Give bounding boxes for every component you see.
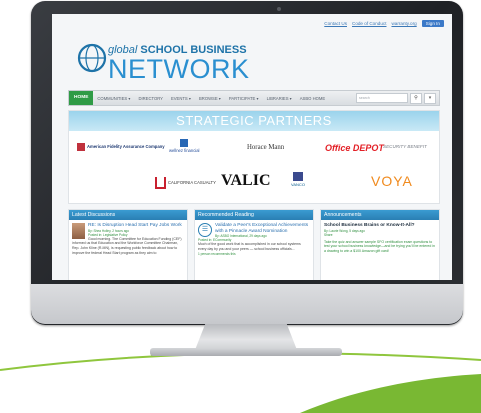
discussion-body: Good morning. The Committee for Educatio… (72, 236, 182, 255)
camera-dot (277, 7, 281, 11)
settings-dropdown-icon[interactable]: ▾ (424, 92, 436, 104)
announcement-share-link[interactable]: Share (324, 233, 436, 237)
brand-title: NETWORK (108, 54, 250, 84)
nav-home[interactable]: HOME (69, 91, 94, 105)
discussion-title-link[interactable]: RE: Is Disruption Head Start Pay Jobs Wo… (72, 223, 184, 229)
monitor-base (150, 348, 342, 356)
partner-logo-horace-mann[interactable]: Horace Mann (247, 144, 284, 151)
strategic-partners-panel: STRATEGIC PARTNERS American Fidelity Ass… (68, 110, 440, 204)
monitor-stand (195, 324, 297, 350)
nav-asbo-home[interactable]: ASBO HOME (296, 96, 329, 101)
partner-logo-california-casualty[interactable]: CALIFORNIA CASUALTY (155, 177, 216, 189)
search-icon[interactable]: ⚲ (410, 92, 422, 104)
partners-banner: STRATEGIC PARTNERS (69, 111, 439, 131)
partner-logo-office-depot[interactable]: Office DEPOT (325, 143, 384, 153)
partner-logo-american-fidelity[interactable]: American Fidelity Assurance Company (77, 143, 165, 151)
avatar[interactable] (72, 223, 85, 239)
website-screen: Contact Us Code of Conduct warranty.org … (52, 14, 452, 280)
reading-title-link[interactable]: Validate a Peer's Exceptional Achievemen… (198, 223, 310, 234)
main-navigation: HOME COMMUNITIES ▾ DIRECTORY EVENTS ▾ BR… (68, 90, 440, 106)
warranty-link[interactable]: warranty.org (391, 21, 416, 26)
nav-browse[interactable]: BROWSE ▾ (195, 96, 225, 101)
partner-logo-vanco[interactable]: VANCO (291, 172, 305, 187)
nav-directory[interactable]: DIRECTORY (134, 96, 167, 101)
announcements-heading: Announcements (321, 210, 439, 220)
partner-name: wellnez financial (169, 148, 200, 153)
partner-name: CALIFORNIA CASUALTY (168, 180, 216, 186)
partner-name: American Fidelity Assurance Company (87, 144, 165, 150)
partner-logo-valic[interactable]: VALIC (221, 172, 271, 190)
partner-logo-security-benefit[interactable]: SECURITY BENEFIT (383, 144, 427, 149)
announcements-panel: Announcements School Business Brains or … (320, 209, 440, 280)
search-input[interactable]: search (356, 93, 408, 103)
nav-libraries[interactable]: LIBRARIES ▾ (263, 96, 296, 101)
recommended-reading-heading: Recommended Reading (195, 210, 313, 220)
partner-logo-wellnez[interactable]: wellnez financial (169, 139, 200, 153)
nav-events[interactable]: EVENTS ▾ (167, 96, 195, 101)
announcement-body: Take the quiz and answer sample SFO cert… (324, 239, 435, 254)
reading-body: Much of the good work that is accomplish… (198, 242, 301, 251)
latest-discussions-panel: Latest Discussions RE: Is Disruption Hea… (68, 209, 188, 280)
utility-links: Contact Us Code of Conduct warranty.org … (324, 20, 444, 27)
document-icon: ☰ (198, 223, 212, 237)
sign-in-button[interactable]: Sign In (421, 20, 444, 27)
nav-communities[interactable]: COMMUNITIES ▾ (93, 96, 134, 101)
contact-us-link[interactable]: Contact Us (324, 21, 347, 26)
recommended-reading-panel: Recommended Reading ☰ Validate a Peer's … (194, 209, 314, 280)
nav-participate[interactable]: PARTICIPATE ▾ (225, 96, 263, 101)
partner-name: VANCO (291, 182, 305, 187)
monitor-chin (31, 284, 463, 324)
latest-discussions-heading: Latest Discussions (69, 210, 187, 220)
reading-recommend-count[interactable]: 1 person recommends this (198, 252, 310, 256)
code-of-conduct-link[interactable]: Code of Conduct (352, 21, 386, 26)
partner-logo-voya[interactable]: VOYA (371, 173, 413, 189)
